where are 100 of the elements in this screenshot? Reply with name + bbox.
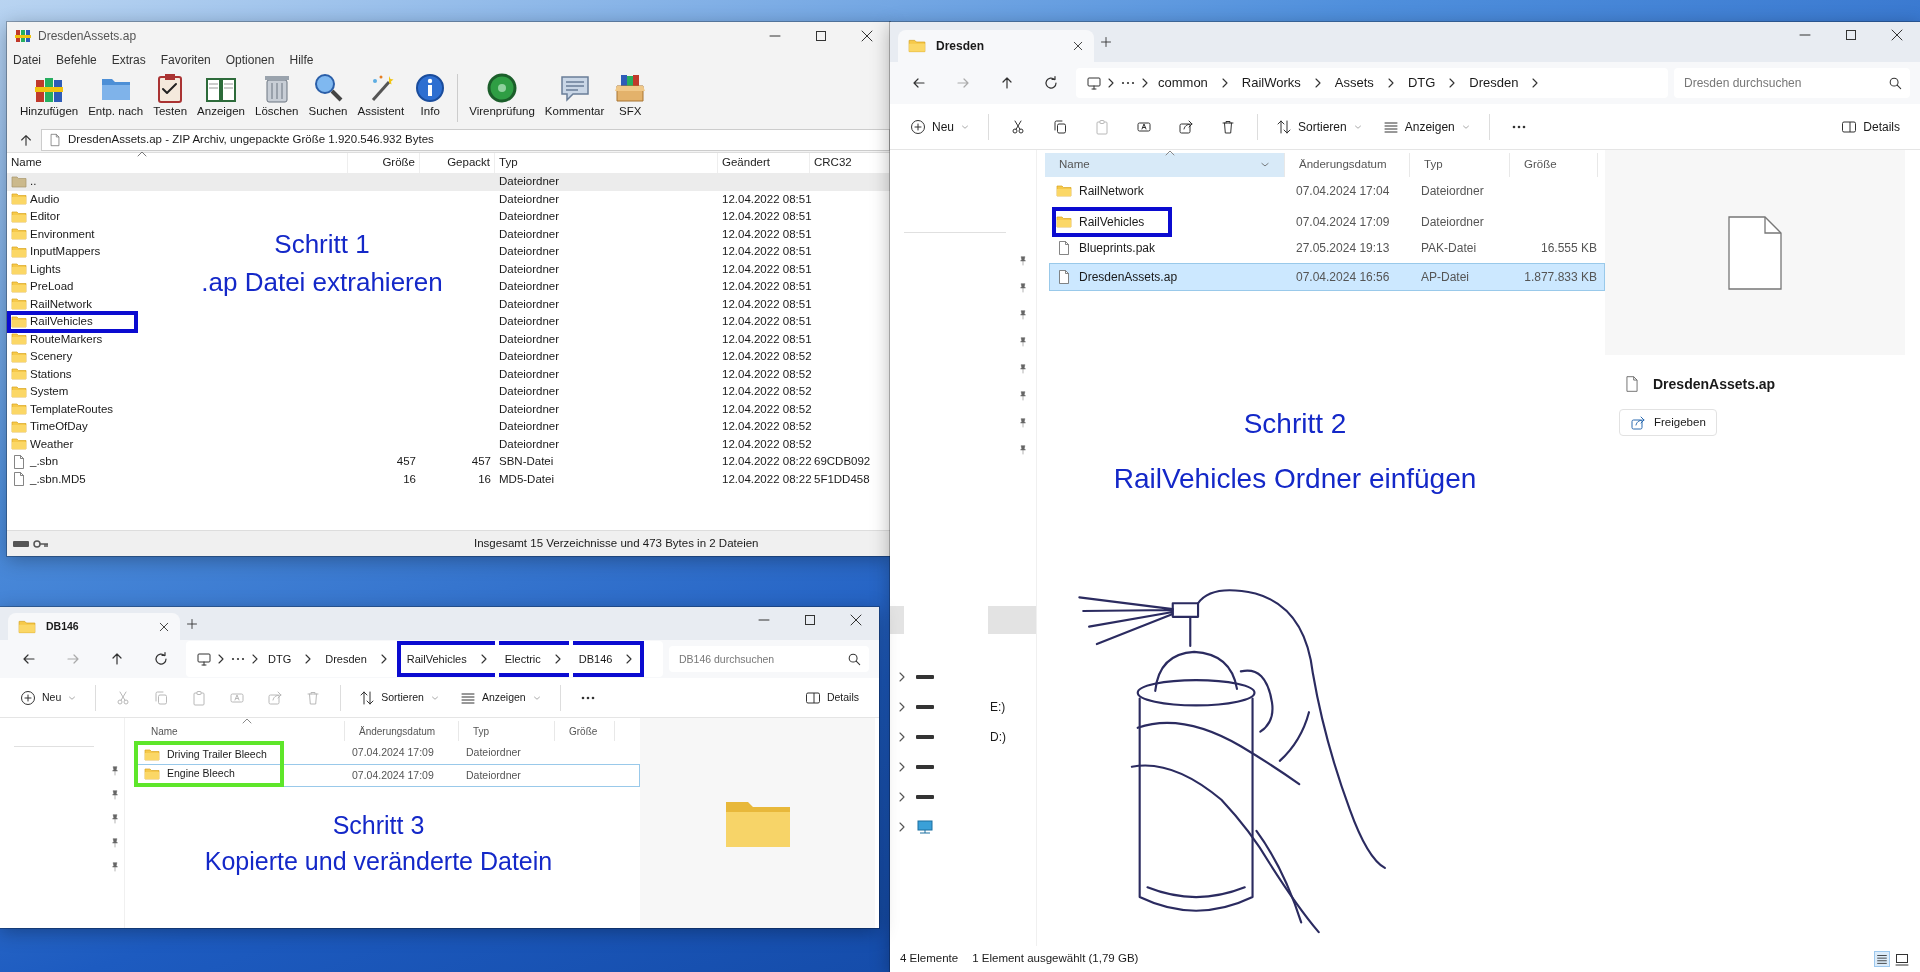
breadcrumb-item[interactable]: DTG xyxy=(1401,68,1464,98)
file-name[interactable]: RailNetwork xyxy=(30,295,92,313)
toolbar-button[interactable]: Info xyxy=(409,72,452,118)
plus-icon[interactable] xyxy=(186,617,198,630)
share-button[interactable]: Freigeben xyxy=(1619,409,1717,437)
drive-label[interactable]: D:) xyxy=(990,728,1006,746)
scissors-icon[interactable] xyxy=(1010,118,1026,135)
sort-button[interactable]: Sortieren xyxy=(351,689,448,706)
column-header[interactable]: Typ xyxy=(459,721,555,741)
file-name[interactable]: _.sbn.MD5 xyxy=(30,470,86,488)
address-bar[interactable]: common RailWorks Assets DTG Dresden xyxy=(1076,68,1668,98)
file-name[interactable]: Scenery xyxy=(30,348,73,366)
chevron-icon[interactable] xyxy=(898,762,906,772)
view-button[interactable]: Anzeigen xyxy=(451,689,550,706)
file-name[interactable]: Engine Bleech xyxy=(167,765,235,782)
file-name[interactable]: TemplateRoutes xyxy=(30,400,114,418)
file-name[interactable]: System xyxy=(30,383,69,401)
toolbar-button[interactable]: Suchen xyxy=(303,72,353,118)
toolbar-button[interactable]: Entp. nach xyxy=(83,72,149,118)
menu-item[interactable]: Hilfe xyxy=(289,51,314,69)
file-name[interactable]: TimeOfDay xyxy=(30,418,88,436)
breadcrumb-item[interactable]: Assets xyxy=(1328,68,1402,98)
file-name[interactable]: Environment xyxy=(30,225,95,243)
menu-item[interactable]: Extras xyxy=(111,51,146,69)
toolbar-button[interactable]: Löschen xyxy=(250,72,304,118)
file-name[interactable]: Driving Trailer Bleech xyxy=(167,746,267,763)
file-row[interactable]: DresdenAssets.ap 07.04.2024 16:56 AP-Datei 1.877.833 KB xyxy=(1049,262,1605,291)
file-name[interactable]: RailVehicles xyxy=(1079,212,1145,231)
breadcrumb-item[interactable]: Dresden xyxy=(1463,68,1547,98)
plus-icon[interactable] xyxy=(1100,36,1112,48)
sort-button[interactable]: Sortieren xyxy=(1268,117,1371,136)
pin-icon[interactable] xyxy=(1018,282,1028,294)
toolbar-button[interactable]: Hinzufügen xyxy=(15,72,84,118)
list-view-icon[interactable] xyxy=(1874,951,1890,967)
pin-icon[interactable] xyxy=(110,813,120,825)
chevron-icon[interactable] xyxy=(898,672,906,682)
file-name[interactable]: _.sbn xyxy=(30,453,59,471)
file-name[interactable]: RailNetwork xyxy=(1079,182,1144,201)
pin-icon[interactable] xyxy=(1018,336,1028,348)
pin-icon[interactable] xyxy=(110,861,120,873)
file-name[interactable]: RailVehicles xyxy=(30,313,93,331)
address-bar[interactable]: DTG Dresden RailVehicles Electric DB146 xyxy=(186,641,663,677)
column-header[interactable]: Typ xyxy=(1410,153,1510,177)
file-row[interactable]: Engine Bleech 07.04.2024 17:09 Dateiordner xyxy=(137,764,640,787)
pin-icon[interactable] xyxy=(1018,255,1028,267)
new-button[interactable]: Neu xyxy=(12,689,86,706)
column-header[interactable]: Größe xyxy=(555,721,615,741)
pin-icon[interactable] xyxy=(110,765,120,777)
refresh-icon[interactable] xyxy=(1043,75,1059,91)
column-header[interactable]: Änderungsdatum xyxy=(1285,153,1410,177)
breadcrumb-item[interactable]: DB146 xyxy=(572,641,645,677)
toolbar-button[interactable]: Kommentar xyxy=(539,72,610,118)
chevron-icon[interactable] xyxy=(898,792,906,802)
search-field[interactable]: DB146 durchsuchen xyxy=(669,646,869,672)
view-button[interactable]: Anzeigen xyxy=(1374,117,1479,136)
trash-icon[interactable] xyxy=(1220,118,1236,135)
file-name[interactable]: Audio xyxy=(30,190,60,208)
pin-icon[interactable] xyxy=(1018,309,1028,321)
pin-icon[interactable] xyxy=(110,837,120,849)
breadcrumb-item[interactable]: Dresden xyxy=(319,644,395,674)
details-button[interactable]: Details xyxy=(796,689,867,706)
file-name[interactable]: Stations xyxy=(30,365,72,383)
up-arrow-icon[interactable] xyxy=(19,133,33,147)
column-header[interactable]: Name xyxy=(1045,153,1285,177)
folder-tab[interactable]: Dresden xyxy=(898,30,1094,62)
refresh-icon[interactable] xyxy=(153,651,169,667)
menu-item[interactable]: Datei xyxy=(13,51,41,69)
toolbar-button[interactable]: SFX xyxy=(609,72,652,118)
column-header[interactable]: Größe xyxy=(1510,153,1598,177)
chevron-icon[interactable] xyxy=(898,732,906,742)
path-field[interactable]: DresdenAssets.ap - ZIP Archiv, ungepackte Größe 1.920.546.932 Bytes xyxy=(41,129,890,151)
tiles-view-icon[interactable] xyxy=(1894,951,1910,967)
breadcrumb-item[interactable]: DTG xyxy=(262,644,320,674)
file-name[interactable]: PreLoad xyxy=(30,278,74,296)
menu-item[interactable]: Favoriten xyxy=(160,51,211,69)
pin-icon[interactable] xyxy=(1018,417,1028,429)
search-field[interactable]: Dresden durchsuchen xyxy=(1674,68,1910,98)
pin-icon[interactable] xyxy=(1018,390,1028,402)
breadcrumb-item[interactable]: RailVehicles xyxy=(396,641,495,677)
menu-item[interactable]: Optionen xyxy=(225,51,275,69)
share-icon[interactable] xyxy=(1178,118,1194,135)
chevron-icon[interactable] xyxy=(898,822,906,832)
file-name[interactable]: Weather xyxy=(30,435,74,453)
copy-icon[interactable] xyxy=(1052,118,1068,135)
drive-label[interactable]: E:) xyxy=(990,698,1006,716)
breadcrumb-item[interactable]: RailWorks xyxy=(1235,68,1329,98)
close-icon[interactable] xyxy=(1072,40,1084,52)
toolbar-button[interactable]: Virenprüfung xyxy=(464,72,540,118)
chevron-icon[interactable] xyxy=(898,702,906,712)
file-name[interactable]: InputMappers xyxy=(30,243,101,261)
details-button[interactable]: Details xyxy=(1833,117,1908,136)
breadcrumb-item[interactable]: Electric xyxy=(498,641,569,677)
toolbar-button[interactable]: Testen xyxy=(148,72,193,118)
file-name[interactable]: Blueprints.pak xyxy=(1079,239,1156,258)
file-name[interactable]: Lights xyxy=(30,260,61,278)
toolbar-button[interactable]: Anzeigen xyxy=(192,72,251,118)
pin-icon[interactable] xyxy=(1018,444,1028,456)
file-name[interactable]: RouteMarkers xyxy=(30,330,103,348)
new-button[interactable]: Neu xyxy=(902,117,978,136)
menu-item[interactable]: Befehle xyxy=(56,51,97,69)
